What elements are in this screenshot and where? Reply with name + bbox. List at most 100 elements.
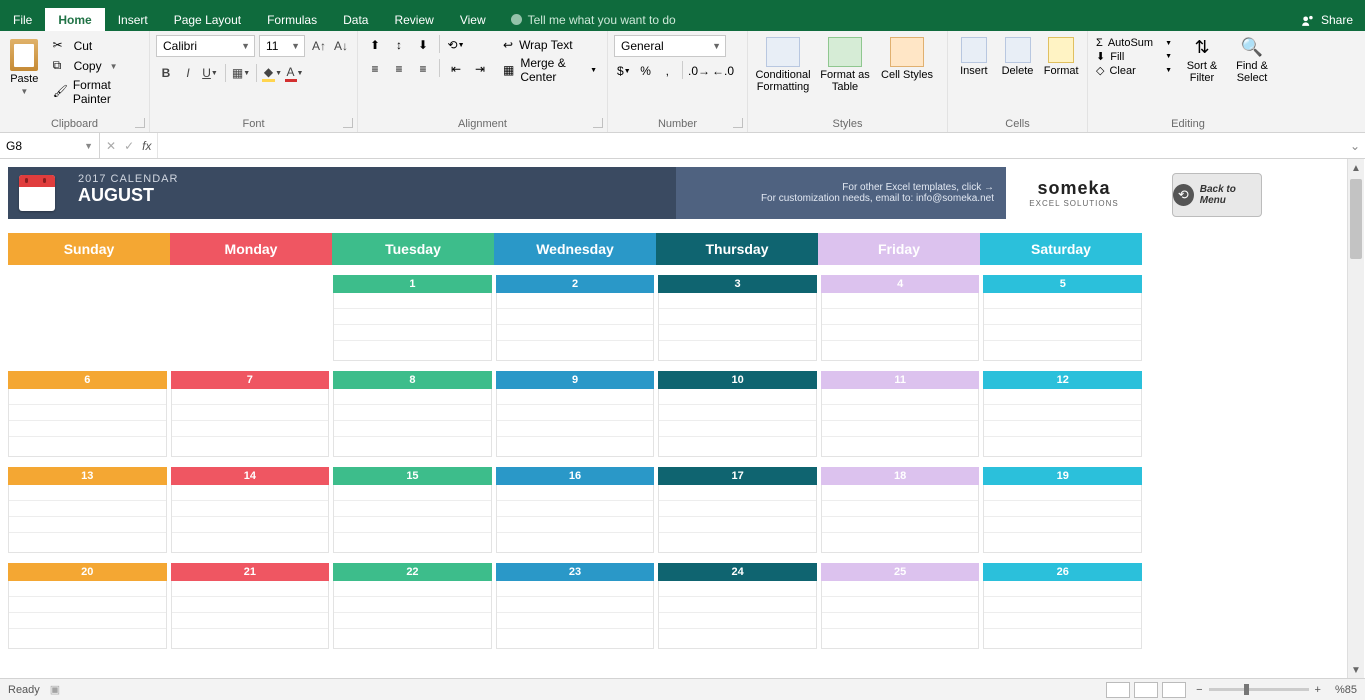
decrease-indent-button[interactable]: ⇤ bbox=[445, 59, 467, 79]
date-body[interactable] bbox=[496, 389, 655, 457]
date-body[interactable] bbox=[658, 389, 817, 457]
clipboard-dialog-launcher[interactable] bbox=[135, 118, 145, 128]
calendar-cell[interactable]: 26 bbox=[983, 563, 1142, 649]
calendar-cell[interactable]: 22 bbox=[333, 563, 492, 649]
cell-styles-button[interactable]: Cell Styles bbox=[878, 35, 936, 93]
date-body[interactable] bbox=[658, 293, 817, 361]
calendar-cell[interactable]: 5 bbox=[983, 275, 1142, 361]
calendar-cell[interactable]: 23 bbox=[496, 563, 655, 649]
increase-decimal-button[interactable]: .0→ bbox=[688, 61, 710, 81]
calendar-cell[interactable]: 12 bbox=[983, 371, 1142, 457]
tab-pagelayout[interactable]: Page Layout bbox=[161, 8, 254, 31]
calendar-cell[interactable]: 24 bbox=[658, 563, 817, 649]
formula-input[interactable] bbox=[158, 133, 1345, 158]
date-body[interactable] bbox=[821, 389, 980, 457]
autosum-button[interactable]: ΣAutoSum▼ bbox=[1094, 37, 1174, 49]
calendar-cell[interactable]: 20 bbox=[8, 563, 167, 649]
share-button[interactable]: Share bbox=[1289, 8, 1365, 31]
back-to-menu-button[interactable]: ⟲ Back to Menu bbox=[1172, 173, 1262, 217]
date-body[interactable] bbox=[496, 581, 655, 649]
format-painter-button[interactable]: 🖌Format Painter bbox=[49, 77, 143, 107]
calendar-cell[interactable]: 13 bbox=[8, 467, 167, 553]
tab-view[interactable]: View bbox=[447, 8, 499, 31]
percent-format-button[interactable]: % bbox=[636, 61, 656, 81]
conditional-formatting-button[interactable]: Conditional Formatting bbox=[754, 35, 812, 93]
scroll-up-button[interactable]: ▲ bbox=[1348, 159, 1364, 177]
calendar-cell[interactable]: 8 bbox=[333, 371, 492, 457]
copy-button[interactable]: ⧉Copy▼ bbox=[49, 57, 143, 75]
page-layout-view-button[interactable] bbox=[1134, 682, 1158, 698]
zoom-level[interactable]: %85 bbox=[1335, 684, 1357, 696]
calendar-cell[interactable]: 3 bbox=[658, 275, 817, 361]
alignment-dialog-launcher[interactable] bbox=[593, 118, 603, 128]
calendar-cell[interactable]: 9 bbox=[496, 371, 655, 457]
date-body[interactable] bbox=[658, 581, 817, 649]
date-body[interactable] bbox=[496, 293, 655, 361]
date-body[interactable] bbox=[171, 581, 330, 649]
cancel-formula-button[interactable]: ✕ bbox=[106, 139, 116, 153]
date-body[interactable] bbox=[171, 485, 330, 553]
tab-home[interactable]: Home bbox=[45, 8, 104, 31]
scroll-thumb[interactable] bbox=[1350, 179, 1362, 259]
zoom-out-button[interactable]: − bbox=[1196, 684, 1202, 696]
calendar-cell[interactable]: 17 bbox=[658, 467, 817, 553]
calendar-cell[interactable]: 1 bbox=[333, 275, 492, 361]
date-body[interactable] bbox=[333, 293, 492, 361]
calendar-cell[interactable]: 21 bbox=[171, 563, 330, 649]
decrease-decimal-button[interactable]: ←.0 bbox=[712, 61, 734, 81]
page-break-view-button[interactable] bbox=[1162, 682, 1186, 698]
merge-center-button[interactable]: ▦Merge & Center▼ bbox=[499, 55, 601, 85]
name-box[interactable]: G8▼ bbox=[0, 133, 100, 158]
calendar-cell[interactable]: 6 bbox=[8, 371, 167, 457]
increase-indent-button[interactable]: ⇥ bbox=[469, 59, 491, 79]
wrap-text-button[interactable]: ↩Wrap Text bbox=[499, 37, 601, 53]
underline-button[interactable]: U▼ bbox=[200, 63, 220, 83]
find-select-button[interactable]: 🔍Find & Select bbox=[1230, 35, 1274, 84]
font-name-combo[interactable]: Calibri▼ bbox=[156, 35, 255, 57]
tab-insert[interactable]: Insert bbox=[105, 8, 161, 31]
calendar-cell[interactable]: 4 bbox=[821, 275, 980, 361]
macro-record-icon[interactable]: ▣ bbox=[50, 683, 64, 697]
delete-cells-button[interactable]: Delete bbox=[998, 35, 1038, 77]
format-cells-button[interactable]: Format bbox=[1041, 35, 1081, 77]
comma-format-button[interactable]: , bbox=[657, 61, 677, 81]
tab-data[interactable]: Data bbox=[330, 8, 381, 31]
normal-view-button[interactable] bbox=[1106, 682, 1130, 698]
calendar-cell[interactable]: 15 bbox=[333, 467, 492, 553]
date-body[interactable] bbox=[821, 293, 980, 361]
calendar-cell[interactable]: 7 bbox=[171, 371, 330, 457]
number-format-combo[interactable]: General▼ bbox=[614, 35, 726, 57]
paste-button[interactable]: Paste ▼ bbox=[6, 35, 43, 107]
fill-button[interactable]: ⬇Fill▼ bbox=[1094, 50, 1174, 63]
orientation-button[interactable]: ⟲▼ bbox=[445, 35, 467, 55]
date-body[interactable] bbox=[8, 581, 167, 649]
accounting-format-button[interactable]: $▼ bbox=[614, 61, 634, 81]
calendar-cell[interactable]: 25 bbox=[821, 563, 980, 649]
italic-button[interactable]: I bbox=[178, 63, 198, 83]
calendar-cell[interactable]: 19 bbox=[983, 467, 1142, 553]
zoom-in-button[interactable]: + bbox=[1315, 684, 1321, 696]
date-body[interactable] bbox=[333, 389, 492, 457]
zoom-slider[interactable] bbox=[1209, 688, 1309, 691]
font-dialog-launcher[interactable] bbox=[343, 118, 353, 128]
align-top-button[interactable]: ⬆ bbox=[364, 35, 386, 55]
date-body[interactable] bbox=[821, 581, 980, 649]
scroll-down-button[interactable]: ▼ bbox=[1348, 661, 1364, 679]
font-color-button[interactable]: A▼ bbox=[284, 63, 304, 83]
tab-review[interactable]: Review bbox=[381, 8, 446, 31]
format-as-table-button[interactable]: Format as Table bbox=[816, 35, 874, 93]
date-body[interactable] bbox=[983, 389, 1142, 457]
date-body[interactable] bbox=[171, 389, 330, 457]
increase-font-button[interactable]: A↑ bbox=[309, 36, 329, 56]
fill-color-button[interactable]: ◆▼ bbox=[262, 63, 282, 83]
align-center-button[interactable]: ≡ bbox=[388, 59, 410, 79]
date-body[interactable] bbox=[983, 293, 1142, 361]
date-body[interactable] bbox=[821, 485, 980, 553]
calendar-cell[interactable]: 10 bbox=[658, 371, 817, 457]
cut-button[interactable]: ✂Cut bbox=[49, 37, 143, 55]
insert-cells-button[interactable]: Insert bbox=[954, 35, 994, 77]
expand-formula-bar-button[interactable]: ⌄ bbox=[1345, 133, 1365, 158]
tab-formulas[interactable]: Formulas bbox=[254, 8, 330, 31]
date-body[interactable] bbox=[333, 581, 492, 649]
tellme-search[interactable]: Tell me what you want to do bbox=[499, 8, 1289, 31]
